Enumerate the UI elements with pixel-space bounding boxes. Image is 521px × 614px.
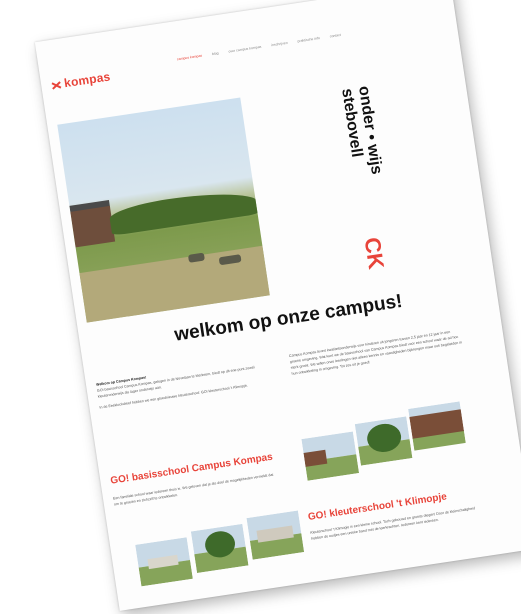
hero-campus-photo	[57, 97, 270, 323]
nav-item-contact[interactable]: contact	[329, 33, 341, 39]
nav-item-blog[interactable]: blog	[212, 51, 219, 56]
basisschool-photo-2	[354, 416, 413, 466]
nav-item-over[interactable]: over campus kompas	[228, 45, 261, 54]
hero-vertical-title: onder • wijs stebovell	[328, 83, 407, 259]
site-logo[interactable]: kompas	[50, 69, 111, 92]
nav-item-praktische-info[interactable]: praktische info	[297, 36, 320, 43]
nav-item-campus-kompas[interactable]: campus kompas	[177, 54, 203, 62]
logo-text: kompas	[63, 69, 112, 91]
logo-arrow-icon	[51, 79, 61, 89]
kleuterschool-photo-2	[190, 523, 249, 574]
basisschool-photo-3	[408, 401, 466, 451]
nav-item-inschrijven[interactable]: inschrijven	[271, 41, 288, 47]
page-printout: kompas campus kompas blog over campus ko…	[34, 0, 521, 611]
intro-right-p1: Campus Kompas levert kwaliteitsonderwijs…	[288, 330, 463, 376]
kleuterschool-photo-3	[246, 510, 305, 560]
main-nav: campus kompas blog over campus kompas in…	[177, 33, 342, 61]
basisschool-photo-1	[301, 431, 360, 481]
kleuterschool-photo-1	[135, 537, 193, 587]
intro-right-column: Campus Kompas levert kwaliteitsonderwijs…	[289, 327, 466, 377]
hero-ck-badge: CK	[359, 235, 389, 271]
intro-left-column: Welkom op Campus Kompas! GO! basisschool…	[96, 358, 263, 411]
